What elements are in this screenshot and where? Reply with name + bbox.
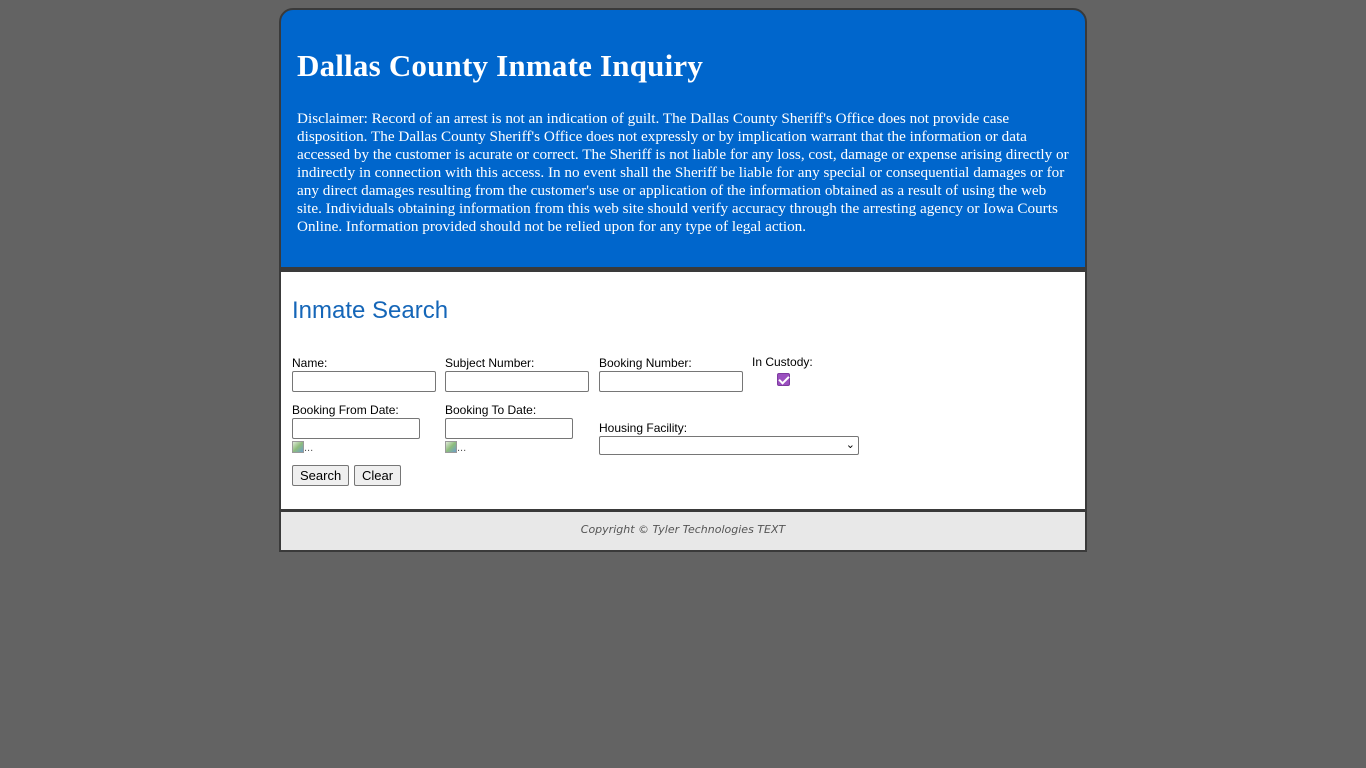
subject-number-field-group: Subject Number:: [445, 356, 589, 392]
booking-to-date-input[interactable]: [445, 418, 573, 439]
housing-facility-select[interactable]: ⌄: [599, 436, 859, 455]
search-button[interactable]: Search: [292, 465, 350, 486]
booking-to-date-field-group: Booking To Date: ...: [445, 403, 573, 455]
footer: Copyright © Tyler Technologies TEXT: [279, 509, 1087, 552]
name-label: Name:: [292, 356, 328, 370]
subject-number-input[interactable]: [445, 371, 589, 392]
subject-number-label: Subject Number:: [445, 356, 535, 370]
in-custody-label: In Custody:: [752, 355, 813, 369]
disclaimer-text: Disclaimer: Record of an arrest is not a…: [297, 110, 1069, 235]
chevron-down-icon: ⌄: [845, 439, 855, 451]
housing-facility-field-group: Housing Facility: ⌄: [599, 421, 859, 455]
calendar-alt-text: ...: [457, 442, 467, 454]
name-field-group: Name:: [292, 356, 436, 392]
booking-number-field-group: Booking Number:: [599, 356, 743, 392]
in-custody-checkbox[interactable]: [777, 373, 790, 386]
search-panel: Inmate Search Name: Subject Number: Book…: [279, 269, 1087, 509]
header-banner: Dallas County Inmate Inquiry Disclaimer:…: [279, 8, 1087, 269]
calendar-icon[interactable]: ...: [292, 441, 420, 455]
in-custody-field-group: In Custody:: [752, 355, 813, 370]
booking-number-label: Booking Number:: [599, 356, 692, 370]
booking-from-date-input[interactable]: [292, 418, 420, 439]
housing-facility-label: Housing Facility:: [599, 421, 688, 435]
booking-from-date-label: Booking From Date:: [292, 403, 399, 417]
search-title: Inmate Search: [292, 297, 449, 324]
copyright-text: Copyright © Tyler Technologies TEXT: [580, 523, 786, 536]
booking-from-date-field-group: Booking From Date: ...: [292, 403, 420, 455]
page-title: Dallas County Inmate Inquiry: [297, 48, 704, 83]
page-container: Dallas County Inmate Inquiry Disclaimer:…: [279, 8, 1087, 552]
clear-button[interactable]: Clear: [354, 465, 402, 486]
name-input[interactable]: [292, 371, 436, 392]
booking-to-date-label: Booking To Date:: [445, 403, 537, 417]
booking-number-input[interactable]: [599, 371, 743, 392]
calendar-alt-text: ...: [304, 442, 314, 454]
calendar-icon[interactable]: ...: [445, 441, 573, 455]
